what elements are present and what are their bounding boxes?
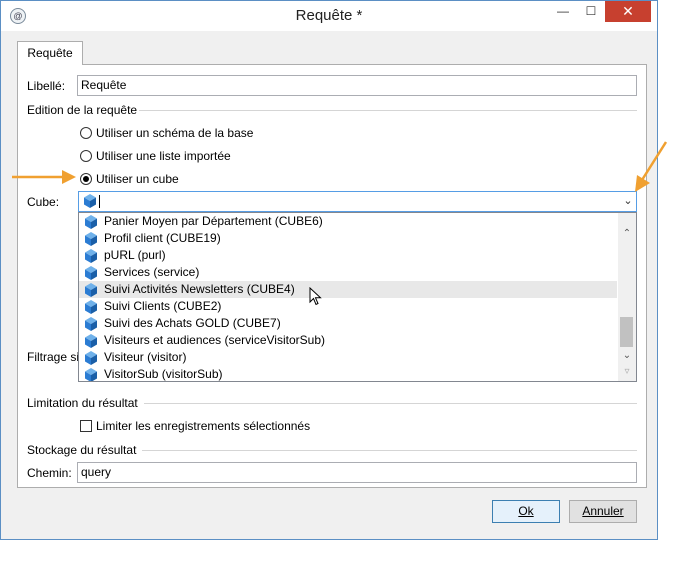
dialog-window: @ Requête * — ☐ ✕ Requête Libellé: Requê… (0, 0, 658, 540)
list-item[interactable]: Visiteurs et audiences (serviceVisitorSu… (79, 332, 617, 349)
cube-combobox[interactable]: ⌄ (78, 191, 637, 212)
cube-icon (85, 232, 97, 246)
chemin-field[interactable]: query (77, 462, 637, 483)
maximize-button[interactable]: ☐ (577, 1, 605, 22)
libelle-field[interactable]: Requête (77, 75, 637, 96)
ok-button[interactable]: Ok (492, 500, 560, 523)
radio-cube[interactable] (80, 173, 92, 185)
close-button[interactable]: ✕ (605, 1, 651, 22)
list-item[interactable]: Visiteur (visitor) (79, 349, 617, 366)
tab-requete[interactable]: Requête (17, 41, 83, 65)
ok-button-label: Ok (518, 504, 534, 518)
stockage-section-title: Stockage du résultat (27, 443, 137, 457)
cube-icon (85, 249, 97, 263)
list-item-label: Services (service) (104, 265, 200, 279)
mouse-cursor-icon (309, 287, 322, 306)
list-item-label: Profil client (CUBE19) (104, 231, 221, 245)
cube-icon (85, 368, 97, 381)
list-item-label: Suivi Clients (CUBE2) (104, 299, 222, 313)
radio-imported-list[interactable] (80, 150, 92, 162)
cube-icon (85, 317, 97, 331)
scroll-end-icon: ▿ (624, 366, 630, 377)
list-item[interactable]: Services (service) (79, 264, 617, 281)
title-bar[interactable]: @ Requête * — ☐ ✕ (1, 1, 657, 31)
list-item-label: VisitorSub (visitorSub) (104, 367, 223, 381)
radio-schema[interactable] (80, 127, 92, 139)
cancel-button[interactable]: Annuler (569, 500, 637, 523)
libelle-label: Libellé: (27, 79, 66, 93)
filtrage-label: Filtrage si (27, 350, 80, 364)
section-divider (139, 110, 637, 111)
list-item-label: Visiteur (visitor) (104, 350, 187, 364)
cube-dropdown-list[interactable]: Panier Moyen par Département (CUBE6) Prof… (78, 212, 637, 382)
limit-records-checkbox[interactable] (80, 420, 92, 432)
section-divider (142, 450, 637, 451)
limit-records-label: Limiter les enregistrements sélectionnés (96, 419, 311, 433)
cube-icon (85, 215, 97, 229)
radio-imported-list-label: Utiliser une liste importée (96, 149, 231, 163)
list-item-label: Suivi des Achats GOLD (CUBE7) (104, 316, 281, 330)
cube-icon (85, 283, 97, 297)
radio-cube-label: Utiliser un cube (96, 172, 179, 186)
edition-section-title: Edition de la requête (27, 103, 138, 117)
scroll-up-icon[interactable]: ⌃ (618, 227, 636, 241)
dropdown-scrollbar[interactable]: ⌃ ⌄ ▿ (618, 213, 636, 381)
chemin-label: Chemin: (27, 466, 72, 480)
scroll-down-icon[interactable]: ⌄ (618, 349, 636, 363)
cube-icon (85, 266, 97, 280)
list-item[interactable]: Suivi Activités Newsletters (CUBE4) (79, 281, 617, 298)
cube-icon (85, 300, 97, 314)
list-item-label: Suivi Activités Newsletters (CUBE4) (104, 282, 295, 296)
list-item-label: Visiteurs et audiences (serviceVisitorSu… (104, 333, 325, 347)
cube-icon (85, 351, 97, 365)
list-item[interactable]: Suivi Clients (CUBE2) (79, 298, 617, 315)
list-item[interactable]: pURL (purl) (79, 247, 617, 264)
list-item-label: Panier Moyen par Département (CUBE6) (104, 214, 323, 228)
scroll-thumb[interactable] (620, 317, 633, 347)
cube-icon (84, 194, 96, 208)
list-item-label: pURL (purl) (104, 248, 166, 262)
list-item[interactable]: Suivi des Achats GOLD (CUBE7) (79, 315, 617, 332)
minimize-button[interactable]: — (549, 1, 577, 22)
list-item[interactable]: VisitorSub (visitorSub) (79, 366, 617, 381)
list-item[interactable]: Profil client (CUBE19) (79, 230, 617, 247)
list-item[interactable]: Panier Moyen par Département (CUBE6) (79, 213, 617, 230)
cube-label: Cube: (27, 195, 60, 209)
cancel-button-label: Annuler (582, 504, 624, 518)
radio-schema-label: Utiliser un schéma de la base (96, 126, 254, 140)
limitation-section-title: Limitation du résultat (27, 396, 138, 410)
text-caret (99, 195, 100, 208)
chevron-down-icon[interactable]: ⌄ (620, 192, 636, 211)
cube-icon (85, 334, 97, 348)
section-divider (144, 403, 637, 404)
